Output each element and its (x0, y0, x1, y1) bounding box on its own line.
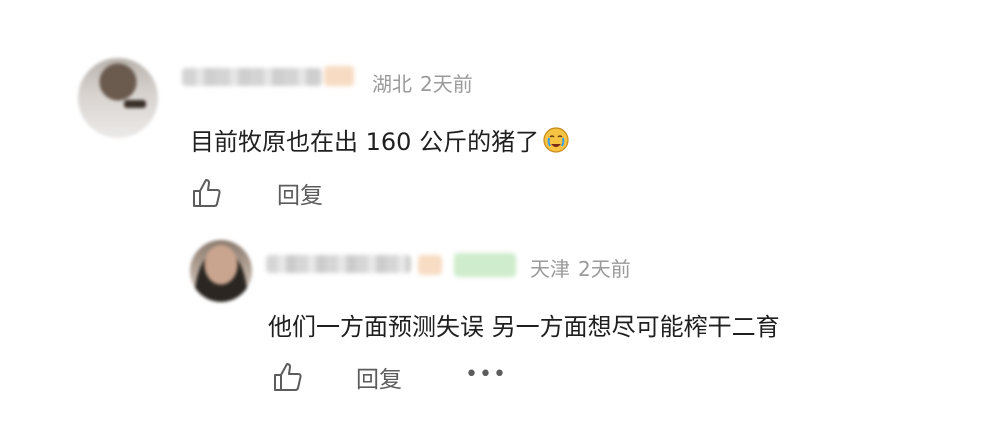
more-icon: ••• (465, 362, 507, 387)
facepalm-emoji-icon (543, 127, 569, 153)
reply-reply-label: 回复 (356, 367, 402, 393)
reply-meta: 天津 2天前 (530, 253, 631, 282)
like-button[interactable] (191, 176, 225, 210)
comment-body: 目前牧原也在出 160 公斤的猪了 (190, 128, 540, 156)
reply-reply-button[interactable]: 回复 (356, 360, 402, 394)
thumbs-up-icon (274, 363, 302, 391)
reply-user-badge (418, 255, 442, 275)
reply-location-label: 天津 (530, 257, 570, 281)
timestamp: 2天前 (420, 72, 473, 96)
reply-like-button[interactable] (272, 360, 306, 394)
comment-text: 目前牧原也在出 160 公斤的猪了 (190, 122, 571, 157)
reply-username-blurred[interactable] (266, 255, 411, 273)
more-options-button[interactable]: ••• (465, 362, 507, 387)
reply-label: 回复 (277, 183, 323, 209)
username-blurred[interactable] (182, 68, 322, 86)
reply-body: 他们一方面预测失误 另一方面想尽可能榨干二育 (268, 313, 780, 341)
user-badge (324, 66, 354, 86)
location-label: 湖北 (372, 72, 412, 96)
reply-avatar[interactable] (190, 240, 252, 302)
comment-meta: 湖北 2天前 (372, 68, 473, 97)
reply-user-level-badge (454, 253, 516, 277)
reply-timestamp: 2天前 (578, 257, 631, 281)
reply-text: 他们一方面预测失误 另一方面想尽可能榨干二育 (268, 307, 780, 342)
avatar[interactable] (78, 58, 158, 138)
reply-button[interactable]: 回复 (277, 176, 323, 210)
thumbs-up-icon (193, 179, 221, 207)
